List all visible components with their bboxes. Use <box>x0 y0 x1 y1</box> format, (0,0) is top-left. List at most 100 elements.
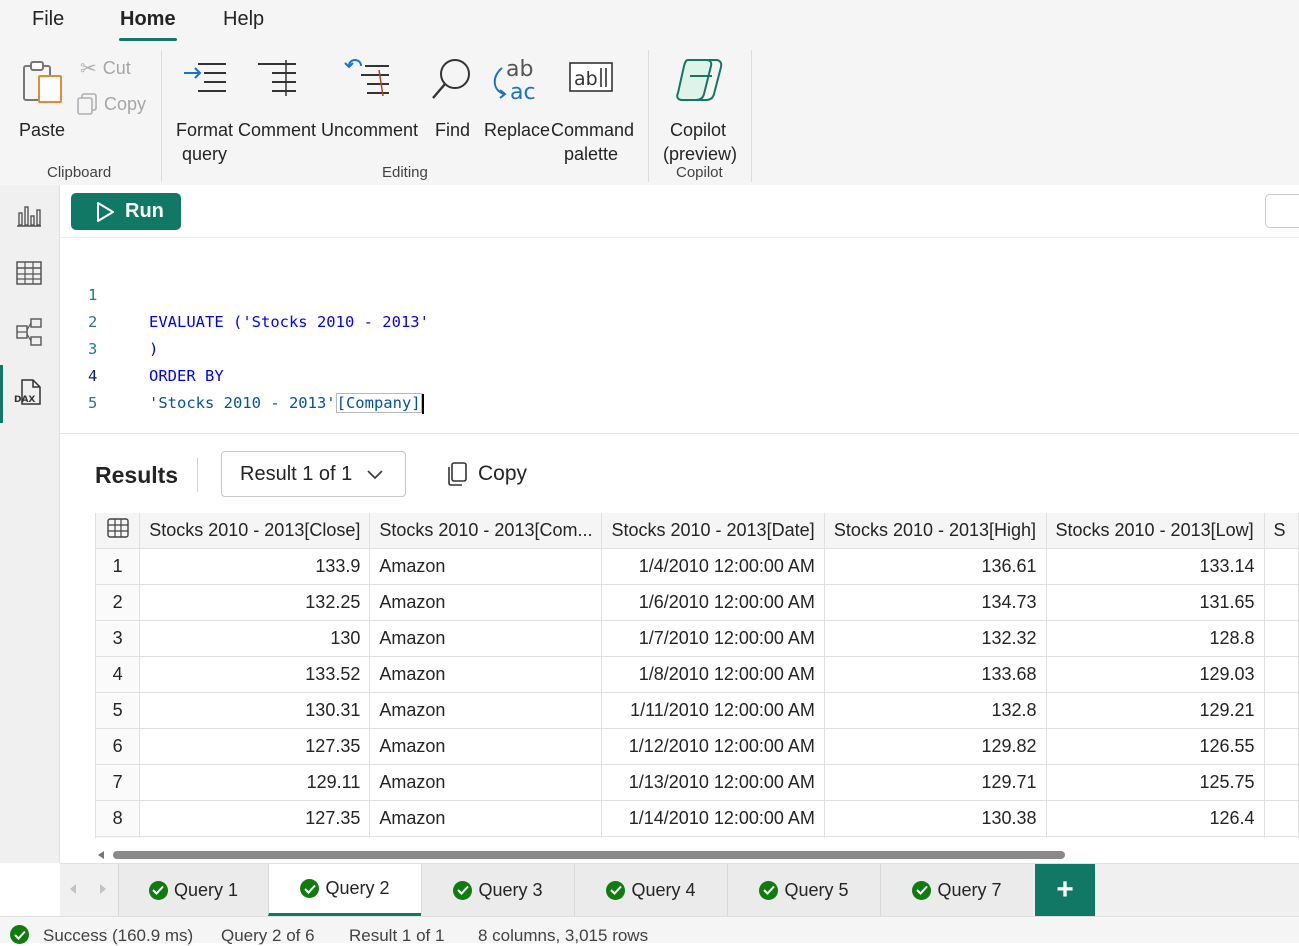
query-tab[interactable]: Query 1 <box>118 864 268 916</box>
uncomment-button[interactable]: Uncomment <box>321 56 419 140</box>
menu-bar: File Home Help <box>0 0 1299 44</box>
success-check-icon <box>148 880 168 900</box>
row-index-cell: 4 <box>96 656 141 693</box>
table-cell: Amazon <box>369 548 603 585</box>
menu-file[interactable]: File <box>32 8 64 31</box>
copy-results-button[interactable]: Copy <box>446 461 527 487</box>
svg-text:ab: ab <box>574 68 598 90</box>
table-row[interactable]: 1 133.9 Amazon 1/4/2010 12:00:00 AM 136.61 13… <box>96 548 1299 585</box>
results-splitter[interactable] <box>60 433 1299 434</box>
format-query-button[interactable]: Format query <box>174 56 236 164</box>
tab-scroll-right-icon[interactable] <box>100 884 106 894</box>
table-cell: 129.21 <box>1046 692 1265 729</box>
text-caret <box>421 393 424 414</box>
code-line: 4 'Stocks 2010 - 2013'[Company] <box>60 336 960 414</box>
column-header[interactable]: Stocks 2010 - 2013[Com... <box>369 513 603 549</box>
command-palette-button[interactable]: ab Command palette <box>551 56 635 164</box>
result-selector[interactable]: Result 1 of 1 <box>221 451 406 497</box>
table-row[interactable]: 5 130.31 Amazon 1/11/2010 12:00:00 AM 132.8 1… <box>96 692 1299 729</box>
query-tab[interactable]: Query 2 <box>268 864 421 916</box>
scrollbar-thumb[interactable] <box>113 851 1065 859</box>
add-query-button[interactable]: + <box>1035 864 1095 916</box>
table-cell: 127.35 <box>139 728 371 765</box>
ribbon-separator <box>648 50 649 182</box>
menu-home[interactable]: Home <box>120 8 176 31</box>
query-tab-label: Query 3 <box>478 879 543 900</box>
menu-help[interactable]: Help <box>223 8 264 31</box>
replace-button[interactable]: ab ac Replace <box>484 56 550 140</box>
table-row[interactable]: 2 132.25 Amazon 1/6/2010 12:00:00 AM 134.73 1… <box>96 584 1299 621</box>
copy-ribbon-button[interactable]: Copy <box>76 92 146 116</box>
table-cell <box>139 836 371 838</box>
success-check-icon <box>912 880 932 900</box>
run-label: Run <box>125 200 164 222</box>
query-tab[interactable]: Query 3 <box>421 864 574 916</box>
table-cell: 132.32 <box>824 620 1047 657</box>
table-cell: 1/12/2010 12:00:00 AM <box>601 728 825 765</box>
dax-query-view-icon[interactable]: DAX <box>14 377 44 407</box>
table-cell: Amazon <box>369 764 603 801</box>
uncomment-label: Uncomment <box>321 120 419 140</box>
query-tab[interactable]: Query 7 <box>880 864 1033 916</box>
table-cell: 133.9 <box>139 548 371 585</box>
table-view-icon[interactable] <box>14 258 44 288</box>
table-cell: 1/14/2010 12:00:00 AM <box>601 800 825 837</box>
table-cell <box>824 836 1047 838</box>
horizontal-scrollbar[interactable] <box>95 848 1299 862</box>
copilot-label-1: Copilot <box>670 120 727 140</box>
column-header[interactable]: Stocks 2010 - 2013[Low] <box>1046 513 1265 549</box>
column-header[interactable]: Stocks 2010 - 2013[Close] <box>139 513 371 549</box>
copy-label: Copy <box>104 93 147 114</box>
ribbon: Paste ✂ Cut Copy Clipboard Format query <box>0 44 1299 185</box>
status-shape: 8 columns, 3,015 rows <box>478 926 649 945</box>
success-check-icon <box>453 880 473 900</box>
query-tab[interactable]: Query 5 <box>727 864 880 916</box>
query-tab-label: Query 1 <box>173 879 239 900</box>
run-button[interactable]: Run <box>71 193 181 230</box>
status-query: Query 2 of 6 <box>221 926 315 945</box>
view-rail: DAX <box>0 185 60 863</box>
table-row[interactable]: 6 127.35 Amazon 1/12/2010 12:00:00 AM 129.82… <box>96 728 1299 765</box>
table-cell: 127.35 <box>139 800 371 837</box>
column-header[interactable]: Stocks 2010 - 2013[High] <box>824 513 1047 549</box>
query-tab-label: Query 4 <box>631 879 696 900</box>
model-view-icon[interactable] <box>14 317 44 347</box>
table-row[interactable]: 8 127.35 Amazon 1/14/2010 12:00:00 AM 130.38… <box>96 800 1299 837</box>
uncomment-icon <box>344 59 389 97</box>
select-all-cell[interactable] <box>96 513 141 549</box>
table-cell: 1/6/2010 12:00:00 AM <box>601 584 825 621</box>
results-grid[interactable]: Stocks 2010 - 2013[Close] Stocks 2010 - … <box>95 513 1299 838</box>
copilot-button[interactable]: Copilot (preview) <box>662 56 738 164</box>
column-header[interactable]: S <box>1264 513 1299 549</box>
table-row[interactable]: 7 129.11 Amazon 1/13/2010 12:00:00 AM 129.71… <box>96 764 1299 801</box>
toolbar-overflow-button[interactable] <box>1265 194 1299 228</box>
code-line: 5 <box>60 363 960 412</box>
copy-icon <box>77 93 97 115</box>
scissors-icon: ✂ <box>80 58 97 80</box>
table-cell: 133.52 <box>139 656 371 693</box>
table-cell: 1/7/2010 12:00:00 AM <box>601 620 825 657</box>
ribbon-separator <box>161 50 162 182</box>
table-header-row: Stocks 2010 - 2013[Close] Stocks 2010 - … <box>96 513 1299 549</box>
tab-scroll-left-icon[interactable] <box>70 884 76 894</box>
column-header[interactable]: Stocks 2010 - 2013[Date] <box>601 513 825 549</box>
scroll-left-icon[interactable] <box>98 851 104 859</box>
paste-button[interactable]: Paste <box>12 56 72 140</box>
find-button[interactable]: Find <box>427 56 477 140</box>
success-check-icon <box>300 879 320 898</box>
table-cell: 130 <box>139 620 371 657</box>
query-tab[interactable]: Query 4 <box>574 864 727 916</box>
table-row[interactable] <box>96 836 1299 838</box>
table-row[interactable]: 3 130 Amazon 1/7/2010 12:00:00 AM 132.32 128.… <box>96 620 1299 657</box>
success-check-icon <box>759 880 779 900</box>
table-row[interactable]: 4 133.52 Amazon 1/8/2010 12:00:00 AM 133.68 1… <box>96 656 1299 693</box>
cut-label: Cut <box>102 58 131 78</box>
cut-button[interactable]: ✂ Cut <box>80 56 131 81</box>
comment-button[interactable]: Comment <box>238 56 316 140</box>
svg-text:ab: ab <box>506 57 533 82</box>
status-result: Result 1 of 1 <box>349 926 445 945</box>
table-cell: Amazon <box>369 728 603 765</box>
table-cell: 126.55 <box>1046 728 1265 765</box>
row-index-cell: 6 <box>96 728 141 765</box>
report-view-icon[interactable] <box>14 199 44 229</box>
